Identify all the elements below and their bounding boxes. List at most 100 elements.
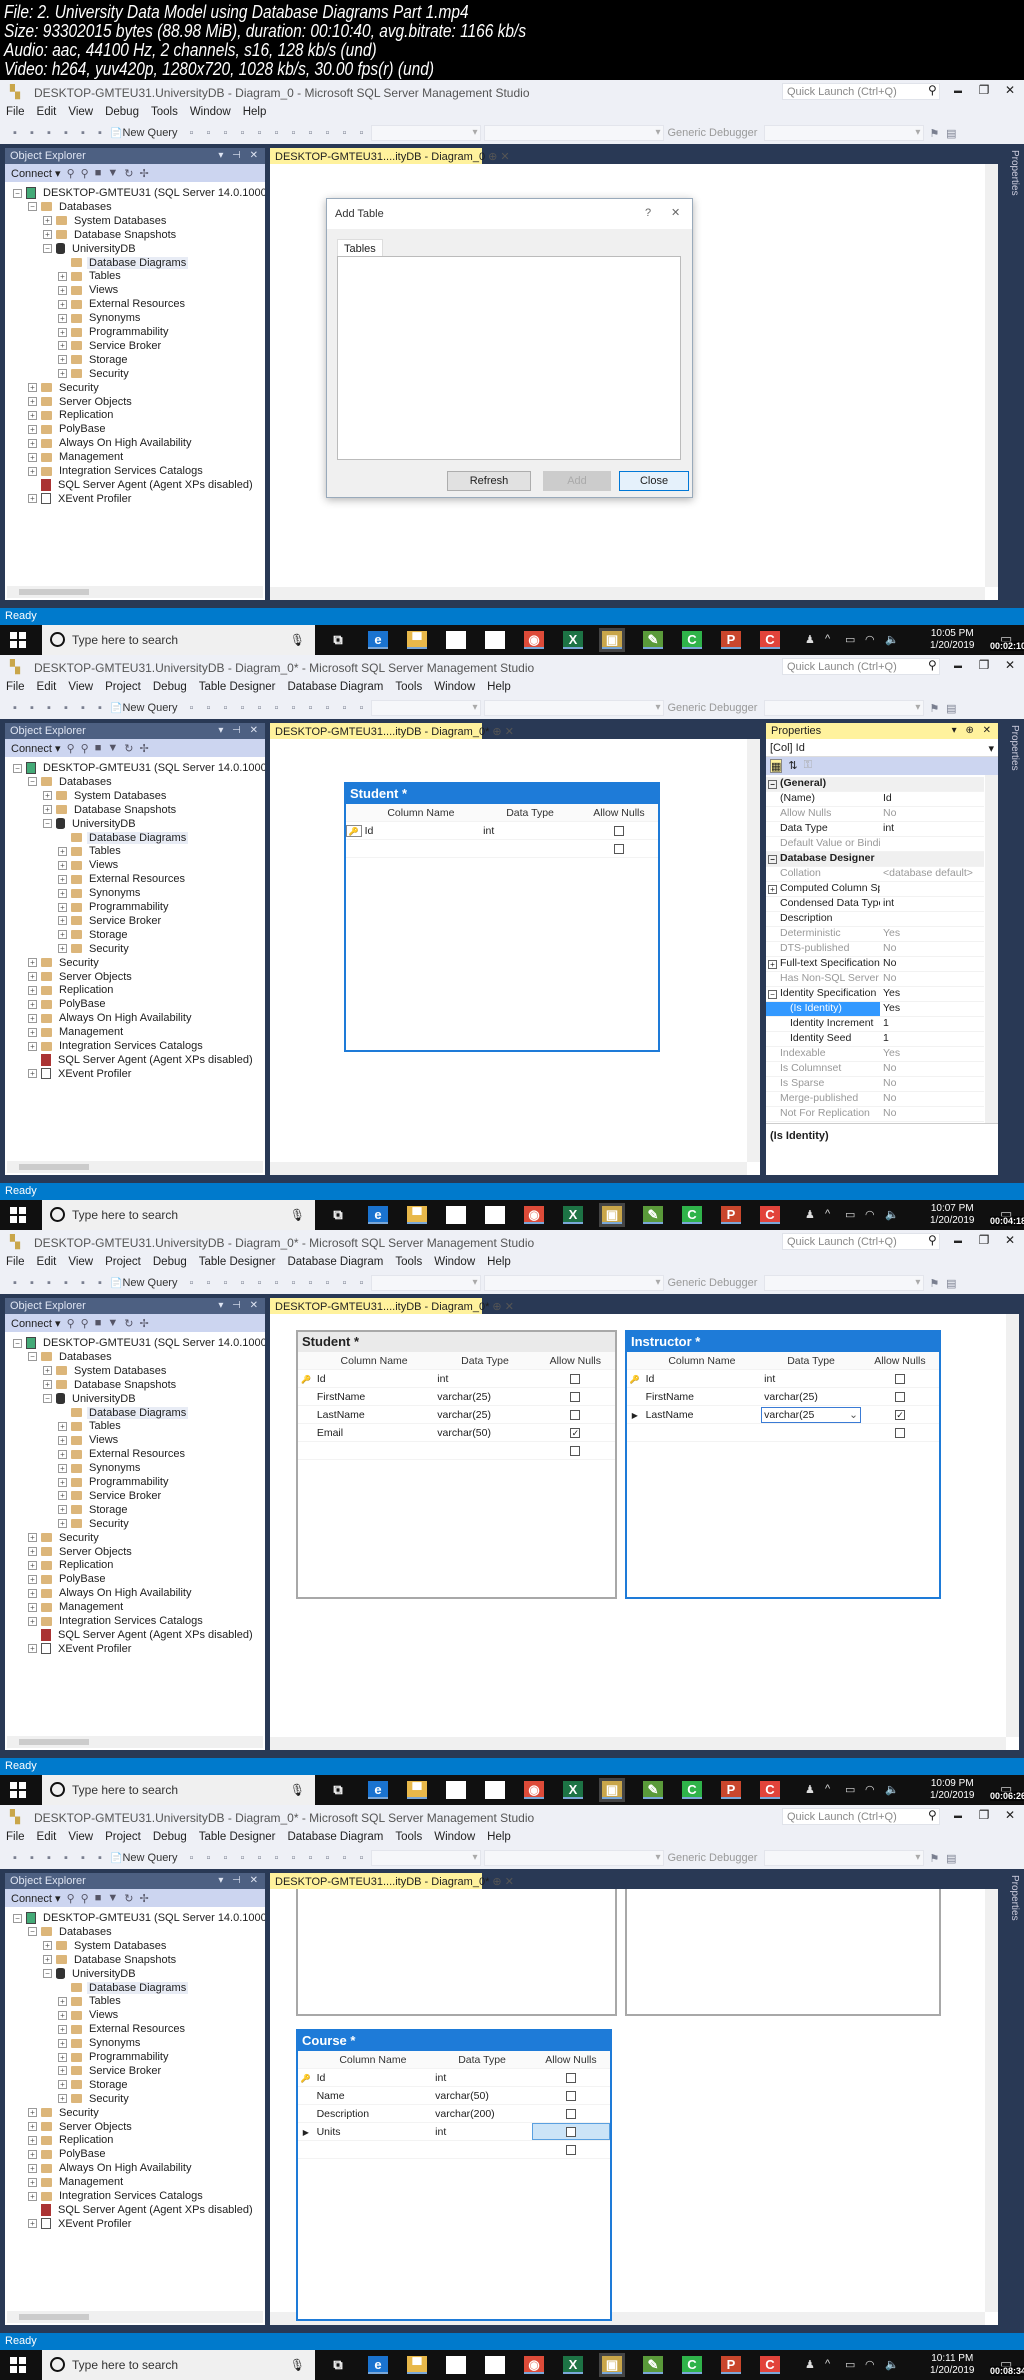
student-table[interactable]: Student * Column Name Data Type Allow Nulls… xyxy=(344,782,660,1052)
expand-icon[interactable]: + xyxy=(28,2135,37,2145)
dmx-query-icon[interactable]: ▫ xyxy=(218,1852,232,1864)
tree-item[interactable]: + Tables xyxy=(58,1994,123,2008)
allow-nulls-cell[interactable] xyxy=(861,1424,939,1441)
panel-controls-icon[interactable]: ▾ ⊣ ✕ xyxy=(218,1300,261,1311)
tree-item[interactable]: + Views xyxy=(58,1433,120,1447)
tree-item[interactable]: + Security xyxy=(58,942,131,956)
expand-icon[interactable]: + xyxy=(58,2038,67,2048)
database-combo[interactable]: ▾ xyxy=(371,700,482,716)
ssms-icon[interactable]: ▣ xyxy=(599,2353,625,2377)
powerpoint-icon[interactable]: P xyxy=(721,631,741,649)
battery-icon[interactable]: ▭ xyxy=(845,1783,855,1796)
taskbar-clock[interactable]: 10:09 PM 1/20/2019 xyxy=(930,1778,975,1802)
tree-item[interactable]: + Management xyxy=(28,450,125,464)
property-value[interactable] xyxy=(880,837,984,851)
expand-icon[interactable]: + xyxy=(28,1644,37,1654)
tree-item[interactable]: − DESKTOP-GMTEU31 (SQL Server 14.0.1000.1… xyxy=(13,761,265,775)
instructor-table[interactable]: Instructor * Column Name Data Type Allow Nu… xyxy=(625,1330,941,1599)
property-value[interactable]: <database default> xyxy=(880,867,984,881)
panel-controls-icon[interactable]: ▾ ⊣ ✕ xyxy=(218,150,261,161)
debug-target-combo[interactable]: ▾ xyxy=(764,125,925,141)
expand-icon[interactable]: + xyxy=(28,999,37,1009)
start-button[interactable] xyxy=(10,1782,26,1798)
save-all-icon[interactable]: ▪ xyxy=(93,1277,107,1289)
show-hidden-icons-icon[interactable]: ^ xyxy=(825,1783,830,1795)
volume-icon[interactable]: 🔈 xyxy=(885,2358,899,2371)
property-value[interactable]: 1 xyxy=(880,1017,984,1031)
connect-button[interactable]: Connect ▾ xyxy=(11,1317,61,1330)
tree-item[interactable]: − DESKTOP-GMTEU31 (SQL Server 14.0.1000.1… xyxy=(13,1911,265,1925)
stop-icon[interactable]: ■ xyxy=(95,742,102,754)
menu-file[interactable]: File xyxy=(0,1829,31,1845)
expand-icon[interactable]: + xyxy=(58,2010,67,2020)
tree-item[interactable]: + XEvent Profiler xyxy=(28,1642,133,1656)
chrome-icon[interactable]: ◉ xyxy=(524,2356,544,2374)
dax-query-icon[interactable]: ▫ xyxy=(252,1852,266,1864)
property-value[interactable]: No xyxy=(880,807,984,821)
expand-icon[interactable]: + xyxy=(28,972,37,981)
property-pages-icon[interactable]: ⚿ xyxy=(804,759,812,773)
task-view-icon[interactable]: ⧉ xyxy=(328,631,348,649)
document-tab[interactable]: DESKTOP-GMTEU31....ityDB - Diagram_0* ⊕ … xyxy=(270,1298,514,1314)
allow-nulls-checkbox[interactable] xyxy=(894,1391,905,1402)
expand-icon[interactable]: + xyxy=(58,355,67,365)
menu-database-diagram[interactable]: Database Diagram xyxy=(281,1254,389,1270)
table-title[interactable]: Student * xyxy=(346,784,658,804)
redo-icon[interactable]: ▫ xyxy=(337,702,351,714)
xmla-query-icon[interactable]: ▫ xyxy=(235,702,249,714)
tree-item[interactable]: + Server Objects xyxy=(28,1545,134,1559)
tree-item[interactable]: Database Diagrams xyxy=(58,831,189,845)
menu-tools[interactable]: Tools xyxy=(389,1829,428,1845)
expand-icon[interactable]: + xyxy=(28,958,37,968)
expand-icon[interactable]: + xyxy=(58,369,67,379)
expand-icon[interactable]: + xyxy=(43,1941,52,1951)
table-row[interactable]: Name varchar(50) xyxy=(298,2087,610,2105)
tree-item[interactable]: + Management xyxy=(28,1600,125,1614)
tree-item[interactable]: + Database Snapshots xyxy=(43,1378,178,1392)
edge-icon[interactable]: e xyxy=(368,1206,388,1224)
property-value[interactable]: Yes xyxy=(880,987,984,1001)
open-icon[interactable]: ▪ xyxy=(59,702,73,714)
camtasia-icon[interactable]: C xyxy=(682,1781,702,1799)
back-icon[interactable]: ▪ xyxy=(8,702,22,714)
taskbar-clock[interactable]: 10:11 PM 1/20/2019 xyxy=(930,2353,975,2377)
vertical-scrollbar[interactable] xyxy=(747,739,760,1162)
column-name-cell[interactable]: Id xyxy=(362,825,481,837)
generic-debugger-button[interactable]: Generic Debugger xyxy=(667,1277,757,1289)
menu-edit[interactable]: Edit xyxy=(31,1254,63,1270)
tree-item[interactable]: + Storage xyxy=(58,1503,130,1517)
property-row[interactable]: Data Type int xyxy=(766,822,984,837)
tree-item[interactable]: + Synonyms xyxy=(58,311,142,325)
menu-view[interactable]: View xyxy=(62,1829,99,1845)
table-row[interactable] xyxy=(346,840,658,858)
expand-icon[interactable]: + xyxy=(28,1560,37,1570)
allow-nulls-checkbox[interactable] xyxy=(613,843,624,854)
people-icon[interactable]: ♟ xyxy=(805,1208,815,1221)
mail-icon[interactable]: ✉ xyxy=(485,1781,505,1799)
search-icon[interactable]: ⚲ xyxy=(928,1808,937,1822)
restore-button[interactable]: ❐ xyxy=(976,83,992,99)
categorized-icon[interactable]: ▦ xyxy=(770,759,783,773)
expand-icon[interactable]: + xyxy=(58,1449,67,1459)
mdx-query-icon[interactable]: ▫ xyxy=(201,702,215,714)
column-name-cell[interactable]: Id xyxy=(314,1373,434,1385)
object-selector[interactable]: [Col] Id ▾ xyxy=(766,739,998,757)
show-hidden-icons-icon[interactable]: ^ xyxy=(825,1208,830,1220)
mdx-query-icon[interactable]: ▫ xyxy=(201,127,215,139)
solution-explorer-icon[interactable]: ▫ xyxy=(354,1852,368,1864)
tree-item[interactable]: − DESKTOP-GMTEU31 (SQL Server 14.0.1000.1… xyxy=(13,1336,265,1350)
tree-item[interactable]: + PolyBase xyxy=(28,1572,107,1586)
properties-side-tab[interactable]: Properties xyxy=(1002,1875,1020,1935)
close-button[interactable]: ✕ xyxy=(1002,83,1018,99)
mail-icon[interactable]: ✉ xyxy=(485,1206,505,1224)
ssms-icon[interactable]: ▣ xyxy=(599,1778,625,1802)
allow-nulls-cell[interactable] xyxy=(532,2087,610,2104)
new-query-button[interactable]: 📄New Query xyxy=(110,127,177,139)
tree-item[interactable]: + External Resources xyxy=(58,872,187,886)
expand-icon[interactable]: + xyxy=(58,2094,67,2104)
filter-icon[interactable]: ▼ xyxy=(107,742,118,754)
tree-item[interactable]: + Storage xyxy=(58,353,130,367)
tree-item[interactable]: + Always On High Availability xyxy=(28,436,193,450)
tree-item[interactable]: + Views xyxy=(58,2008,120,2022)
property-value[interactable] xyxy=(880,882,984,896)
